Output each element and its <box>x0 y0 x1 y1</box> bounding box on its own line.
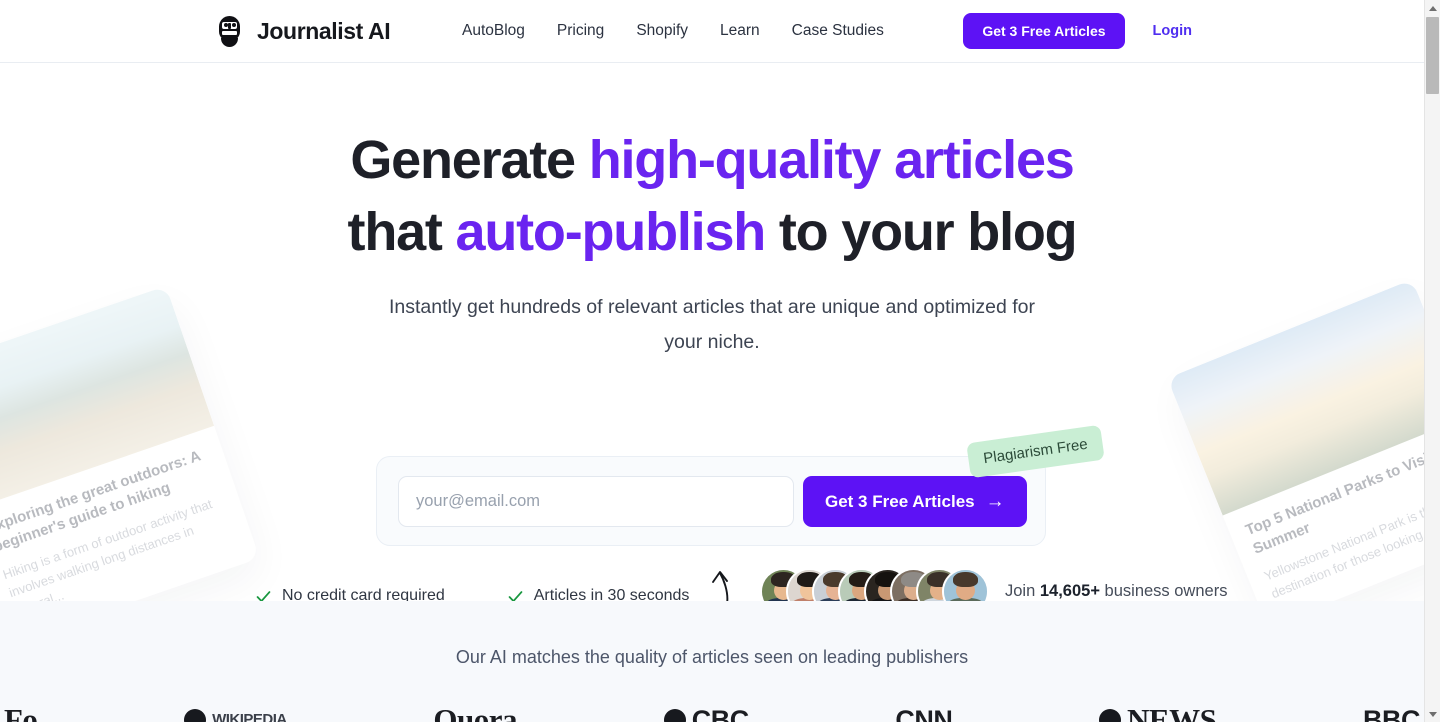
hero-content: Generate high-quality articles that auto… <box>0 124 1424 360</box>
forbes-logo: Fo <box>4 702 38 722</box>
trust-label: Articles in 30 seconds <box>533 587 690 601</box>
site-header: Journalist AI AutoBlog Pricing Shopify L… <box>0 0 1424 63</box>
journalist-ai-mascot-icon <box>216 15 243 47</box>
nav-item-learn[interactable]: Learn <box>720 22 760 40</box>
scrollbar-thumb[interactable] <box>1426 17 1439 94</box>
brand-logo-link[interactable]: Journalist AI <box>216 0 391 62</box>
trust-indicators: No credit card required Articles in 30 s… <box>255 587 689 601</box>
browser-viewport: Journalist AI AutoBlog Pricing Shopify L… <box>0 0 1424 722</box>
trust-item-articles-speed: Articles in 30 seconds <box>507 587 690 601</box>
social-proof: Join 14,605+ business owners <box>706 563 1227 601</box>
publisher-logo-row: Fo WIKIPEDIA Quora CBC CNN NEWS BBC <box>0 702 1424 722</box>
page-root: Journalist AI AutoBlog Pricing Shopify L… <box>0 0 1440 722</box>
avatar <box>942 567 989 601</box>
signup-form-row: Get 3 Free Articles → <box>398 476 1027 527</box>
abc-news-wordmark: NEWS <box>1127 702 1217 722</box>
social-proof-text: Join 14,605+ business owners <box>1005 582 1227 601</box>
scroll-down-arrow-icon[interactable] <box>1425 706 1440 722</box>
nav-item-autoblog[interactable]: AutoBlog <box>462 22 525 40</box>
check-icon <box>256 590 271 601</box>
article-card-excerpt: Hiking is a form of outdoor activity tha… <box>0 496 215 601</box>
header-actions: Get 3 Free Articles Login <box>963 0 1192 62</box>
cbc-gem-icon <box>663 709 686 722</box>
abc-circle-icon <box>1099 709 1122 722</box>
join-suffix: business owners <box>1099 581 1228 600</box>
hero-section: Exploring the great outdoors: A beginner… <box>0 63 1424 601</box>
brand-name: Journalist AI <box>257 17 391 44</box>
avatar-group <box>760 567 989 601</box>
hero-headline: Generate high-quality articles that auto… <box>0 124 1424 268</box>
hero-get-free-articles-button[interactable]: Get 3 Free Articles → <box>803 476 1027 527</box>
vertical-scrollbar[interactable] <box>1424 0 1440 722</box>
quora-logo: Quora <box>433 702 518 722</box>
headline-text: to your blog <box>765 202 1078 262</box>
cta-label: Get 3 Free Articles <box>825 491 975 511</box>
cbc-wordmark: CBC <box>691 705 750 722</box>
bbc-logo: BBC <box>1362 705 1421 722</box>
publishers-heading: Our AI matches the quality of articles s… <box>455 647 969 667</box>
signup-form: Get 3 Free Articles → <box>376 456 1046 546</box>
abc-news-logo: NEWS <box>1099 702 1217 722</box>
trust-label: No credit card required <box>282 587 445 601</box>
headline-line-1: Generate high-quality articles <box>350 130 1075 190</box>
email-input[interactable] <box>398 476 794 527</box>
nav-item-pricing[interactable]: Pricing <box>557 22 604 40</box>
wikipedia-wordmark: WIKIPEDIA <box>212 711 287 722</box>
join-prefix: Join <box>1005 581 1040 600</box>
curved-up-arrow-icon <box>712 571 729 601</box>
user-count: 14,605+ <box>1039 581 1100 600</box>
login-link[interactable]: Login <box>1153 23 1192 39</box>
article-card-excerpt: Yellowstone National Park is the perfect… <box>1261 484 1424 601</box>
cnn-logo: CNN <box>895 705 953 722</box>
check-icon <box>508 590 523 601</box>
headline-accent-text: high-quality articles <box>588 130 1075 190</box>
nav-item-shopify[interactable]: Shopify <box>636 22 688 40</box>
scroll-up-arrow-icon[interactable] <box>1425 0 1440 16</box>
article-card-title: Top 5 National Parks to Visit this Summe… <box>1243 436 1424 558</box>
wikipedia-globe-icon <box>184 709 207 722</box>
article-card-title: Exploring the great outdoors: A beginner… <box>0 447 203 556</box>
headline-text: Generate <box>350 130 589 190</box>
wikipedia-logo: WIKIPEDIA <box>184 705 287 722</box>
nav-item-case-studies[interactable]: Case Studies <box>792 22 884 40</box>
hero-subheadline: Instantly get hundreds of relevant artic… <box>388 296 1036 353</box>
headline-accent-text: auto-publish <box>455 202 767 262</box>
header-get-free-articles-button[interactable]: Get 3 Free Articles <box>963 13 1125 49</box>
headline-line-2: that auto-publish to your blog <box>347 202 1078 262</box>
main-nav: AutoBlog Pricing Shopify Learn Case Stud… <box>462 0 884 62</box>
cbc-logo: CBC <box>663 705 750 722</box>
headline-text: that <box>347 202 456 262</box>
publishers-section: Our AI matches the quality of articles s… <box>0 601 1424 722</box>
arrow-right-icon: → <box>985 491 1005 512</box>
trust-item-no-credit-card: No credit card required <box>255 587 445 601</box>
